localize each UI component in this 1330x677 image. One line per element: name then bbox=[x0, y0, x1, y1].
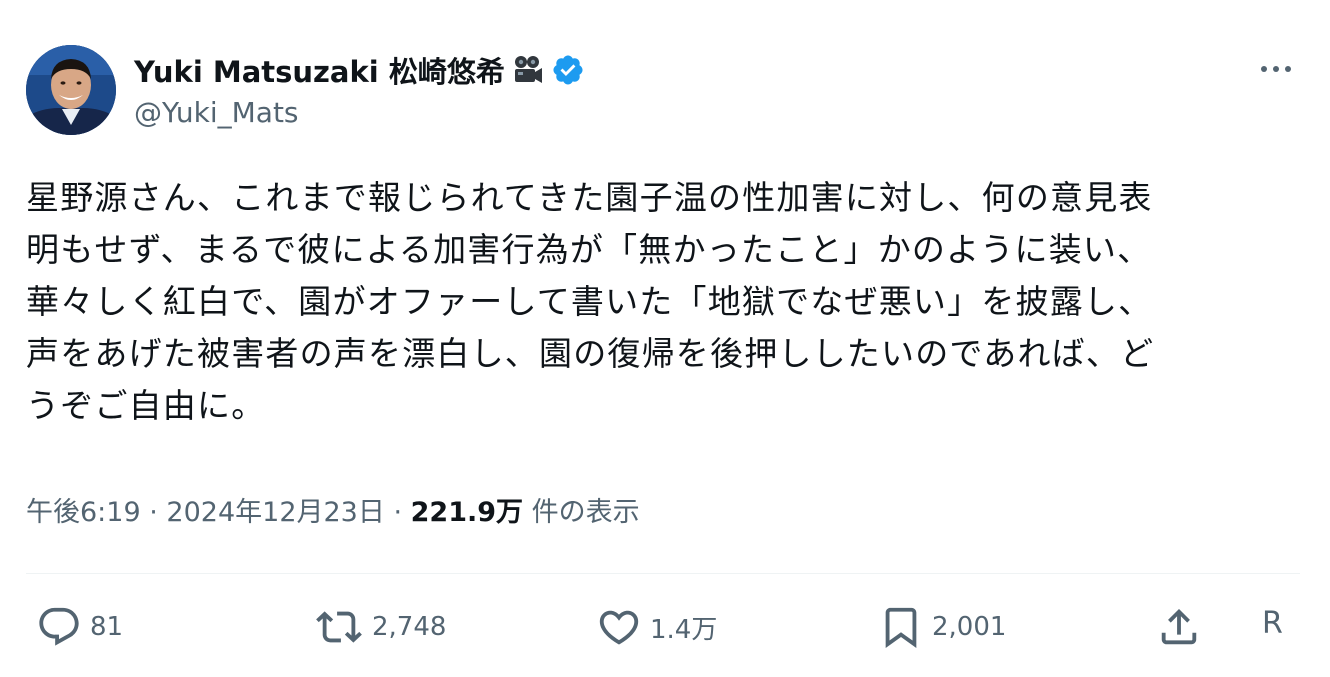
avatar-image bbox=[26, 45, 116, 135]
tweet-text-line: 声をあげた被害者の声を漂白し、園の復帰を後押ししたいのであれば、ど bbox=[26, 334, 1155, 373]
bookmark-button[interactable]: 2,001 bbox=[878, 604, 1006, 650]
tweet-card: Yuki Matsuzaki 松崎悠希 @Yuki_Mats 星野源さん、これま… bbox=[0, 0, 1330, 677]
retweet-count: 2,748 bbox=[372, 612, 447, 642]
tweet-text-line: うぞご自由に。 bbox=[26, 386, 266, 425]
bookmark-icon bbox=[885, 607, 917, 648]
truncated-action-label[interactable]: R bbox=[1262, 606, 1283, 641]
heart-icon bbox=[599, 610, 639, 645]
retweet-button[interactable]: 2,748 bbox=[314, 604, 446, 650]
more-icon bbox=[1261, 66, 1291, 72]
tweet-metadata: 午後6:19 · 2024年12月23日 · 221.9万 件の表示 bbox=[26, 490, 640, 529]
retweet-icon bbox=[316, 611, 362, 643]
meta-separator: · bbox=[149, 497, 158, 528]
tweet-time[interactable]: 午後6:19 bbox=[26, 497, 141, 528]
more-options-button[interactable] bbox=[1254, 54, 1298, 84]
author-display-name[interactable]: Yuki Matsuzaki 松崎悠希 bbox=[134, 49, 505, 91]
movie-camera-icon bbox=[511, 53, 545, 87]
views-label: 件の表示 bbox=[531, 497, 640, 528]
like-count: 1.4万 bbox=[650, 614, 718, 645]
views-count: 221.9万 bbox=[410, 497, 524, 528]
bookmark-count: 2,001 bbox=[932, 612, 1007, 642]
tweet-text-line: 華々しく紅白で、園がオファーして書いた「地獄でなぜ悪い」を披露し、 bbox=[26, 282, 1153, 321]
tweet-text-line: 明もせず、まるで彼による加害行為が「無かったこと」かのように装い、 bbox=[26, 230, 1152, 269]
tweet-date[interactable]: 2024年12月23日 bbox=[166, 497, 384, 528]
meta-separator: · bbox=[393, 497, 403, 528]
divider bbox=[26, 573, 1300, 574]
tweet-text-line: 星野源さん、これまで報じられてきた園子温の性加害に対し、何の意見表 bbox=[26, 178, 1153, 217]
author-name-row: Yuki Matsuzaki 松崎悠希 bbox=[134, 50, 585, 90]
reply-button[interactable]: 81 bbox=[36, 604, 123, 650]
share-icon bbox=[1161, 608, 1197, 645]
reply-count: 81 bbox=[90, 612, 124, 642]
reply-icon bbox=[39, 607, 79, 646]
tweet-text: 星野源さん、これまで報じられてきた園子温の性加害に対し、何の意見表 明もせず、ま… bbox=[26, 172, 1306, 432]
verified-badge-icon bbox=[551, 53, 585, 87]
avatar[interactable] bbox=[26, 45, 116, 135]
author-handle[interactable]: @Yuki_Mats bbox=[134, 96, 299, 129]
like-button[interactable]: 1.4万 bbox=[596, 604, 717, 650]
share-button[interactable] bbox=[1156, 604, 1202, 650]
